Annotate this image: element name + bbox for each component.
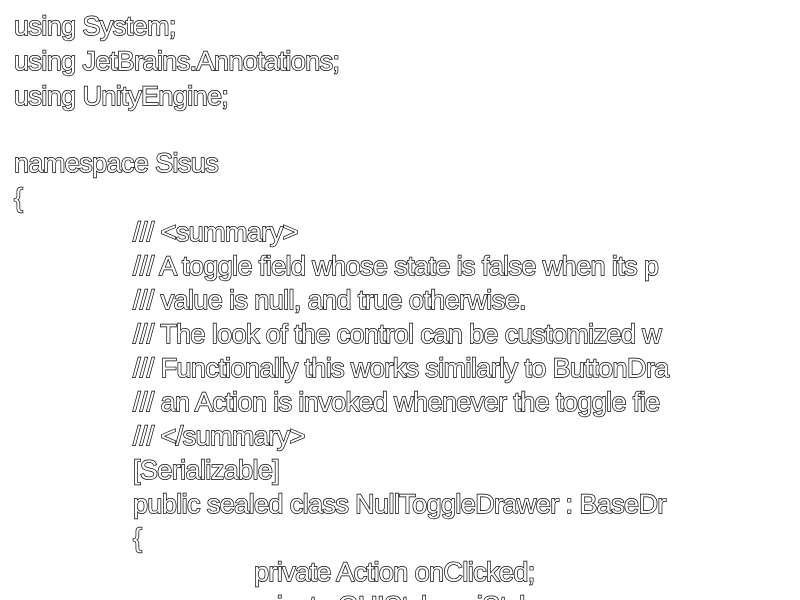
code-line-namespace-brace: {: [13, 182, 24, 213]
code-line-class-brace: {: [132, 522, 143, 553]
code-line-using-unityengine: using UnityEngine;: [13, 80, 229, 111]
code-line-class-declaration: public sealed class NullToggleDrawer : B…: [132, 488, 667, 519]
code-line-attribute: [Serializable]: [132, 454, 280, 485]
code-line-field-guistyle: private GUIStyle guiStyle;: [253, 589, 547, 600]
code-line-summary-open: /// <summary>: [132, 216, 299, 247]
code-line-comment-5: /// an Action is invoked whenever the to…: [132, 386, 661, 417]
code-line-comment-1: /// A toggle field whose state is false …: [132, 250, 659, 281]
code-line-summary-close: /// </summary>: [132, 420, 306, 451]
code-line-namespace: namespace Sisus: [13, 147, 219, 178]
code-line-using-system: using System;: [13, 10, 177, 41]
code-line-comment-3: /// The look of the control can be custo…: [132, 318, 662, 349]
code-line-comment-4: /// Functionally this works similarly to…: [132, 352, 670, 383]
code-view: using System; using JetBrains.Annotation…: [0, 0, 800, 600]
code-line-using-jetbrains: using JetBrains.Annotations;: [13, 45, 340, 76]
code-line-field-onclicked: private Action onClicked;: [253, 556, 536, 587]
code-line-comment-2: /// value is null, and true otherwise.: [132, 284, 527, 315]
